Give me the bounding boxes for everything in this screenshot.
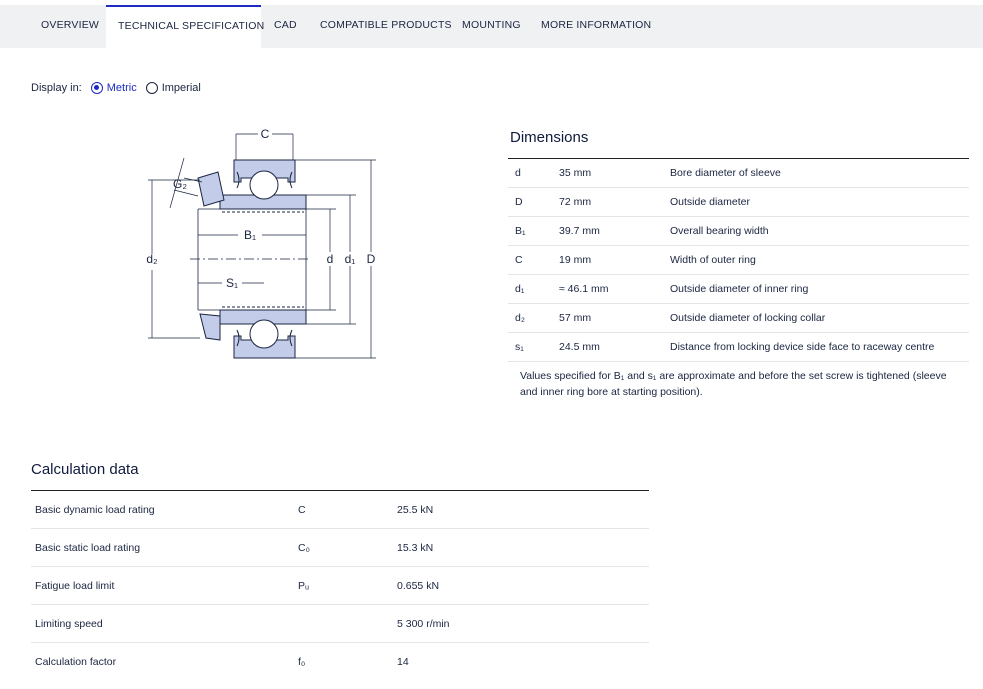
label-outer-d: D (367, 252, 376, 266)
imperial-label[interactable]: Imperial (162, 82, 201, 94)
dimension-symbol: D (515, 196, 523, 208)
calculation-value: 0.655 kN (397, 580, 440, 592)
tab-bar: OVERVIEW TECHNICAL SPECIFICATION CAD COM… (0, 5, 983, 48)
tab-overview[interactable]: OVERVIEW (41, 5, 99, 48)
dimension-row: B₁ 39.7 mm Overall bearing width (508, 217, 969, 246)
dimension-symbol: d₁ (515, 283, 525, 295)
calculation-symbol: C (298, 504, 306, 516)
calculation-value: 5 300 r/min (397, 618, 450, 630)
calculation-row: Limiting speed 5 300 r/min (31, 605, 649, 643)
dimension-value: 72 mm (559, 196, 592, 208)
calculation-value: 14 (397, 656, 409, 668)
ball-bottom-icon (249, 319, 279, 349)
dimensions-note: Values specified for B₁ and s₁ are appro… (520, 370, 947, 398)
dimension-symbol: B₁ (515, 225, 526, 237)
dimension-value: 57 mm (559, 312, 592, 324)
dimension-description: Outside diameter of inner ring (670, 283, 809, 295)
dimension-value: 19 mm (559, 254, 592, 266)
tab-compatible-products[interactable]: COMPATIBLE PRODUCTS (320, 5, 452, 48)
label-s1: S₁ (226, 276, 238, 290)
metric-radio[interactable] (90, 82, 103, 94)
dimension-row: s₁ 24.5 mm Distance from locking device … (508, 333, 969, 362)
calculation-symbol: f₀ (298, 656, 306, 668)
tab-cad[interactable]: CAD (274, 5, 297, 48)
dimension-row: d₂ 57 mm Outside diameter of locking col… (508, 304, 969, 333)
dimension-row: D 72 mm Outside diameter (508, 188, 969, 217)
dimension-value: 35 mm (559, 167, 592, 179)
tab-more-information[interactable]: MORE INFORMATION (541, 5, 651, 48)
calculation-row: Basic static load rating C₀ 15.3 kN (31, 529, 649, 567)
dimension-symbol: d₂ (515, 312, 525, 324)
dimension-description: Bore diameter of sleeve (670, 167, 781, 179)
dimension-description: Overall bearing width (670, 225, 769, 237)
imperial-radio[interactable] (145, 82, 158, 94)
dimension-description: Outside diameter of locking collar (670, 312, 826, 324)
dimension-symbol: d (515, 167, 521, 179)
dimension-row: d₁ ≈ 46.1 mm Outside diameter of inner r… (508, 275, 969, 304)
calculation-label: Basic static load rating (35, 542, 141, 554)
dimension-value: ≈ 46.1 mm (559, 283, 609, 295)
label-c: C (261, 127, 270, 141)
calculation-value: 15.3 kN (397, 542, 434, 554)
calculation-row: Fatigue load limit Pᵤ 0.655 kN (31, 567, 649, 605)
calculation-value: 25.5 kN (397, 504, 434, 516)
display-in-label: Display in: (31, 82, 82, 94)
dimension-value: 24.5 mm (559, 341, 600, 353)
label-d: d (327, 252, 334, 266)
dimension-row: d 35 mm Bore diameter of sleeve (508, 159, 969, 188)
dimension-symbol: C (515, 254, 523, 266)
tab-technical-specification[interactable]: TECHNICAL SPECIFICATION (106, 5, 264, 48)
calculation-label: Calculation factor (35, 656, 117, 668)
label-d2: d₂ (146, 252, 158, 266)
dimension-row: C 19 mm Width of outer ring (508, 246, 969, 275)
label-g2: G₂ (173, 177, 187, 191)
calculation-symbol: C₀ (298, 542, 310, 554)
calculation-data-title: Calculation data (31, 461, 139, 478)
display-units-selector: Display in: Metric Imperial (31, 80, 210, 96)
dimensions-title: Dimensions (510, 129, 589, 146)
label-d1: d₁ (345, 252, 356, 266)
dimension-description: Width of outer ring (670, 254, 756, 266)
metric-label[interactable]: Metric (107, 82, 137, 94)
calculation-row: Basic dynamic load rating C 25.5 kN (31, 491, 649, 529)
tab-mounting[interactable]: MOUNTING (462, 5, 521, 48)
calculation-label: Basic dynamic load rating (35, 504, 155, 516)
bearing-dimension-drawing: C G₂ B₁ S₁ d₂ d d₁ D (146, 127, 376, 359)
dimension-description: Outside diameter (670, 196, 750, 208)
ball-top-icon (249, 170, 279, 200)
dimension-symbol: s₁ (515, 341, 524, 353)
calculation-label: Fatigue load limit (35, 580, 115, 592)
dimension-description: Distance from locking device side face t… (670, 341, 935, 353)
calculation-symbol: Pᵤ (298, 580, 310, 592)
label-b1: B₁ (244, 228, 256, 242)
calculation-row: Calculation factor f₀ 14 (31, 643, 649, 681)
calculation-label: Limiting speed (35, 618, 103, 630)
dimension-value: 39.7 mm (559, 225, 600, 237)
